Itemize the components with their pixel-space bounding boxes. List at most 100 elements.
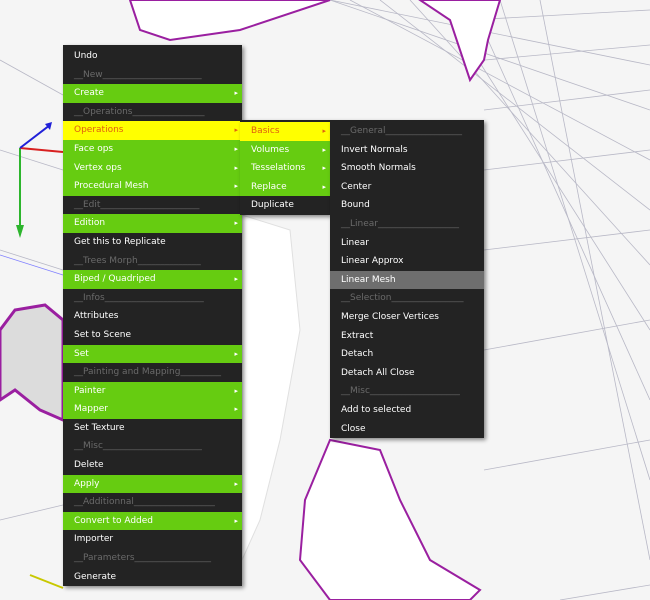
menu-item-mapper[interactable]: Mapper ▸ — [63, 400, 242, 419]
submenu-item-linear[interactable]: Linear — [330, 234, 484, 253]
menu-section-header-misc: __Misc____________________ — [330, 382, 484, 401]
submenu-item-center[interactable]: Center — [330, 178, 484, 197]
menu-section-label: __Trees Morph______________ — [74, 255, 201, 266]
basics-submenu: __General_________________ Invert Normal… — [330, 120, 484, 439]
menu-item-label: Linear — [341, 237, 369, 248]
menu-section-label: __Linear__________________ — [341, 218, 459, 229]
menu-section-label: __Selection________________ — [341, 293, 464, 304]
submenu-arrow-icon: ▸ — [234, 163, 238, 172]
menu-item-label: Set to Scene — [74, 329, 131, 340]
menu-item-face-ops[interactable]: Face ops ▸ — [63, 139, 242, 159]
menu-item-undo[interactable]: Undo — [63, 47, 242, 66]
submenu-arrow-icon: ▸ — [322, 164, 326, 173]
submenu-item-bound[interactable]: Bound — [330, 196, 484, 215]
submenu-item-extract[interactable]: Extract — [330, 327, 484, 346]
menu-item-label: Detach All Close — [341, 367, 415, 378]
submenu-arrow-icon: ▸ — [234, 219, 238, 228]
menu-item-convert-to-added[interactable]: Convert to Added ▸ — [63, 511, 242, 531]
submenu-item-close[interactable]: Close — [330, 420, 484, 439]
menu-item-label: Mapper — [74, 404, 108, 415]
submenu-item-smooth-normals[interactable]: Smooth Normals — [330, 159, 484, 178]
menu-item-label: Get this to Replicate — [74, 236, 166, 247]
menu-item-label: Delete — [74, 460, 104, 471]
submenu-arrow-icon: ▸ — [234, 349, 238, 358]
submenu-item-add-to-selected[interactable]: Add to selected — [330, 401, 484, 420]
menu-item-set-to-scene[interactable]: Set to Scene — [63, 326, 242, 345]
menu-item-label: Add to selected — [341, 404, 412, 415]
menu-item-get-this-to-replicate[interactable]: Get this to Replicate — [63, 233, 242, 252]
menu-item-label: Generate — [74, 571, 117, 582]
menu-item-label: Importer — [74, 534, 114, 545]
menu-item-label: Face ops — [74, 143, 114, 154]
menu-section-header-selection: __Selection________________ — [330, 289, 484, 308]
menu-item-label: Close — [341, 423, 366, 434]
menu-item-label: Operations — [74, 125, 124, 136]
submenu-item-tesselations[interactable]: Tesselations ▸ — [240, 159, 330, 178]
menu-item-label: Set Texture — [74, 422, 125, 433]
menu-section-label: __Operations________________ — [74, 106, 205, 117]
menu-item-label: Attributes — [74, 311, 119, 322]
menu-section-label: __Misc____________________ — [341, 386, 460, 397]
submenu-item-linear-mesh[interactable]: Linear Mesh — [330, 270, 484, 290]
menu-item-label: Basics — [251, 126, 280, 136]
menu-item-label: Undo — [74, 51, 98, 61]
menu-item-label: Merge Closer Vertices — [341, 311, 439, 322]
submenu-arrow-icon: ▸ — [234, 516, 238, 525]
submenu-item-detach[interactable]: Detach — [330, 345, 484, 364]
menu-item-set-texture[interactable]: Set Texture — [63, 419, 242, 438]
menu-item-label: Convert to Added — [74, 515, 154, 526]
menu-item-apply[interactable]: Apply ▸ — [63, 474, 242, 494]
menu-section-header-linear: __Linear__________________ — [330, 215, 484, 234]
menu-item-vertex-ops[interactable]: Vertex ops ▸ — [63, 158, 242, 178]
submenu-arrow-icon: ▸ — [322, 182, 326, 191]
submenu-item-basics[interactable]: Basics ▸ — [240, 122, 330, 141]
submenu-arrow-icon: ▸ — [234, 126, 238, 135]
menu-item-label: Edition — [74, 218, 106, 229]
submenu-arrow-icon: ▸ — [234, 479, 238, 488]
menu-section-label: __New______________________ — [74, 69, 202, 80]
menu-item-label: Create — [74, 88, 104, 99]
submenu-item-invert-normals[interactable]: Invert Normals — [330, 141, 484, 160]
menu-section-label: __Misc______________________ — [74, 441, 202, 452]
context-menu: Undo __New______________________ Create ▸… — [63, 45, 242, 587]
menu-item-delete[interactable]: Delete — [63, 456, 242, 475]
menu-item-label: Painter — [74, 385, 106, 396]
menu-section-label: __Parameters_________________ — [74, 553, 212, 564]
menu-item-edition[interactable]: Edition ▸ — [63, 214, 242, 233]
menu-item-label: Linear Mesh — [341, 274, 396, 285]
menu-item-generate[interactable]: Generate — [63, 568, 242, 587]
submenu-arrow-icon: ▸ — [234, 275, 238, 284]
menu-item-painter[interactable]: Painter ▸ — [63, 381, 242, 401]
submenu-item-linear-approx[interactable]: Linear Approx — [330, 252, 484, 271]
menu-section-header-edit: __Edit______________________ — [63, 196, 242, 215]
menu-item-operations[interactable]: Operations ▸ — [63, 121, 242, 140]
submenu-item-replace[interactable]: Replace ▸ — [240, 177, 330, 197]
submenu-arrow-icon: ▸ — [322, 145, 326, 154]
menu-item-label: Volumes — [251, 144, 290, 155]
menu-item-label: Replace — [251, 181, 287, 192]
menu-section-label: __Additionnal__________________ — [74, 497, 215, 508]
menu-item-importer[interactable]: Importer — [63, 530, 242, 549]
submenu-item-volumes[interactable]: Volumes ▸ — [240, 140, 330, 160]
menu-item-label: Vertex ops — [74, 162, 122, 173]
menu-item-label: Extract — [341, 330, 374, 341]
submenu-item-duplicate[interactable]: Duplicate — [240, 196, 330, 215]
submenu-item-detach-all-close[interactable]: Detach All Close — [330, 364, 484, 383]
menu-item-label: Procedural Mesh — [74, 181, 149, 192]
menu-item-attributes[interactable]: Attributes — [63, 307, 242, 326]
submenu-arrow-icon: ▸ — [234, 89, 238, 98]
submenu-arrow-icon: ▸ — [234, 386, 238, 395]
menu-item-label: Duplicate — [251, 200, 294, 211]
menu-item-biped-quadriped[interactable]: Biped / Quadriped ▸ — [63, 270, 242, 289]
submenu-arrow-icon: ▸ — [234, 405, 238, 414]
menu-section-header-additionnal: __Additionnal__________________ — [63, 493, 242, 512]
menu-section-label: __Painting and Mapping_________ — [74, 367, 221, 378]
submenu-arrow-icon: ▸ — [234, 144, 238, 153]
menu-item-set[interactable]: Set ▸ — [63, 344, 242, 364]
menu-item-create[interactable]: Create ▸ — [63, 84, 242, 103]
submenu-item-merge-closer-vertices[interactable]: Merge Closer Vertices — [330, 308, 484, 327]
menu-item-procedural-mesh[interactable]: Procedural Mesh ▸ — [63, 177, 242, 196]
menu-item-label: Linear Approx — [341, 256, 404, 267]
menu-item-label: Set — [74, 348, 89, 359]
menu-section-header-parameters: __Parameters_________________ — [63, 549, 242, 568]
